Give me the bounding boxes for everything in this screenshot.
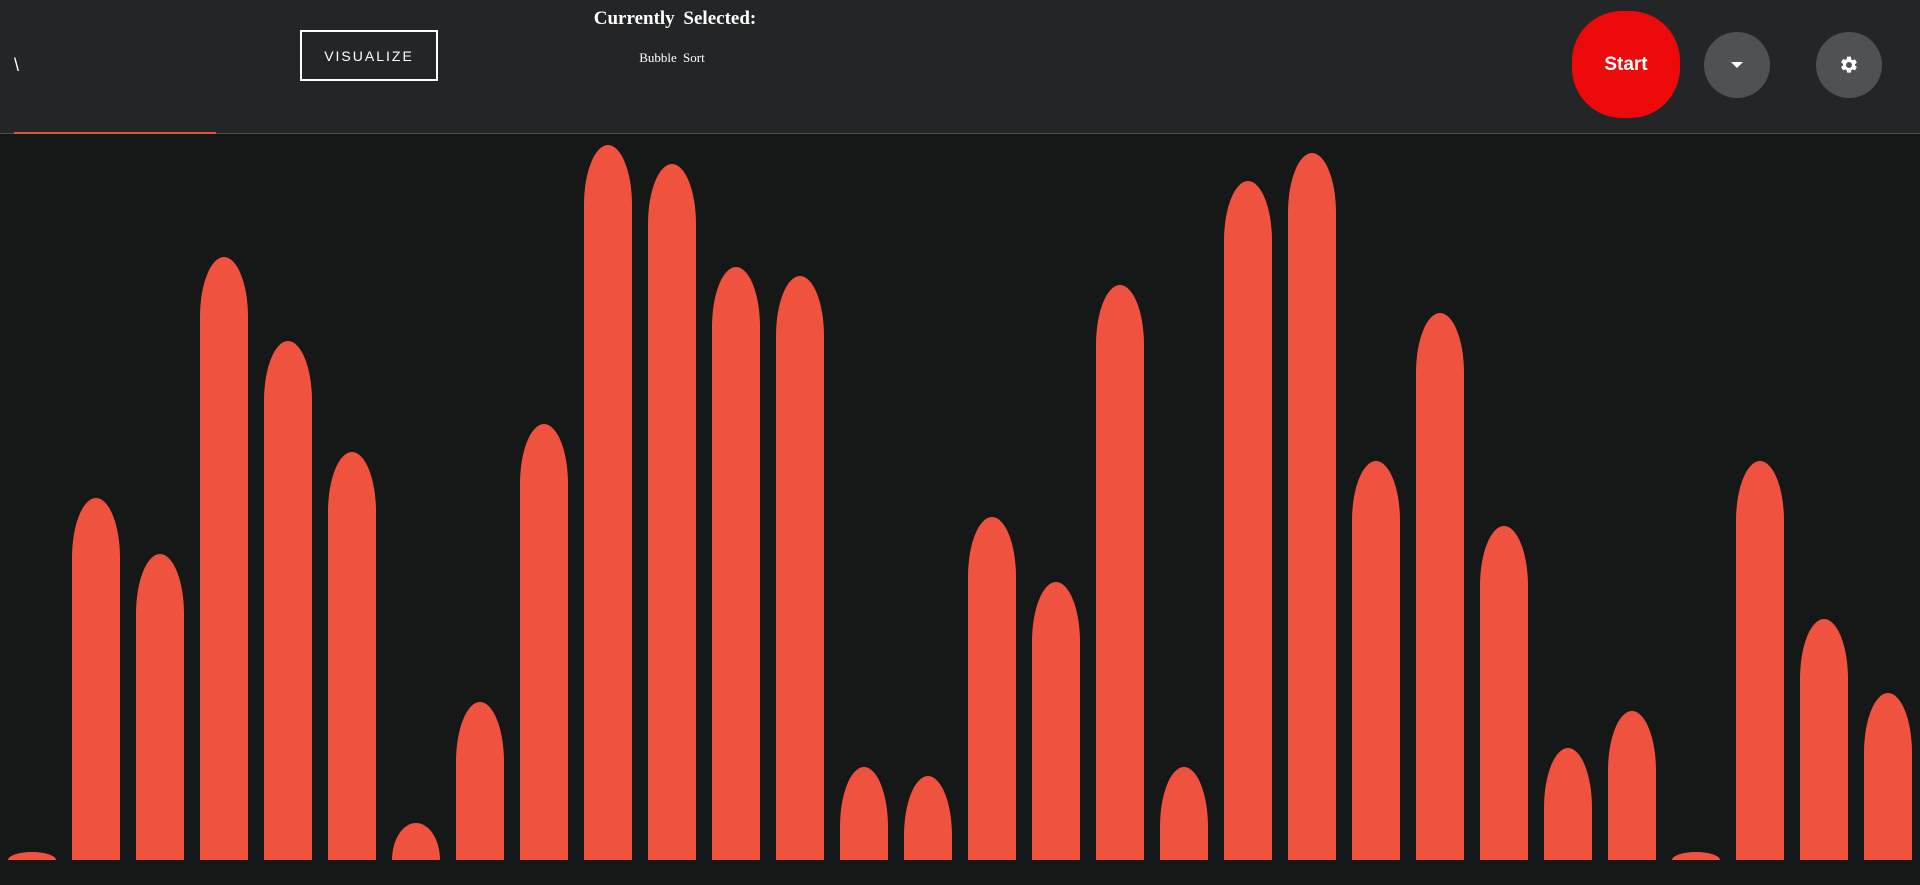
array-bar xyxy=(200,257,248,860)
caret-down-icon xyxy=(1730,61,1744,69)
array-size-field xyxy=(14,30,216,134)
array-bar xyxy=(1352,461,1400,860)
array-bar xyxy=(8,852,56,860)
array-size-input[interactable] xyxy=(14,52,214,78)
array-bars-area xyxy=(0,134,1920,860)
selected-algorithm-label: Bubble Sort xyxy=(639,50,705,65)
array-bar xyxy=(328,452,376,860)
array-bar xyxy=(1032,582,1080,860)
array-bar xyxy=(648,164,696,860)
array-bar xyxy=(1608,711,1656,860)
currently-selected-heading: Currently Selected: xyxy=(593,8,757,29)
array-bar xyxy=(840,767,888,860)
array-bar xyxy=(1416,313,1464,860)
array-bar xyxy=(1800,619,1848,860)
array-bar xyxy=(1288,153,1336,860)
array-bar xyxy=(456,702,504,860)
array-bar xyxy=(776,276,824,860)
array-bar xyxy=(1096,285,1144,860)
visualize-button[interactable]: VISUALIZE xyxy=(300,30,438,81)
array-bar xyxy=(584,145,632,860)
array-bar xyxy=(1544,748,1592,860)
array-bar xyxy=(1672,852,1720,860)
array-bar xyxy=(264,341,312,860)
top-toolbar: VISUALIZE Currently Selected: Bubble Sor… xyxy=(0,0,1920,134)
array-bar xyxy=(904,776,952,860)
array-bar xyxy=(712,267,760,860)
array-bar xyxy=(392,823,440,860)
gear-icon xyxy=(1839,55,1859,75)
array-bar xyxy=(1864,693,1912,860)
array-bar xyxy=(1160,767,1208,860)
array-bar xyxy=(1224,181,1272,860)
array-bar xyxy=(968,517,1016,860)
algorithm-dropdown-button[interactable] xyxy=(1704,32,1770,98)
array-bar xyxy=(1480,526,1528,860)
array-bar xyxy=(72,498,120,860)
settings-button[interactable] xyxy=(1816,32,1882,98)
start-button[interactable]: Start xyxy=(1572,11,1680,118)
array-bar xyxy=(136,554,184,860)
array-bar xyxy=(520,424,568,860)
array-bar xyxy=(1736,461,1784,860)
